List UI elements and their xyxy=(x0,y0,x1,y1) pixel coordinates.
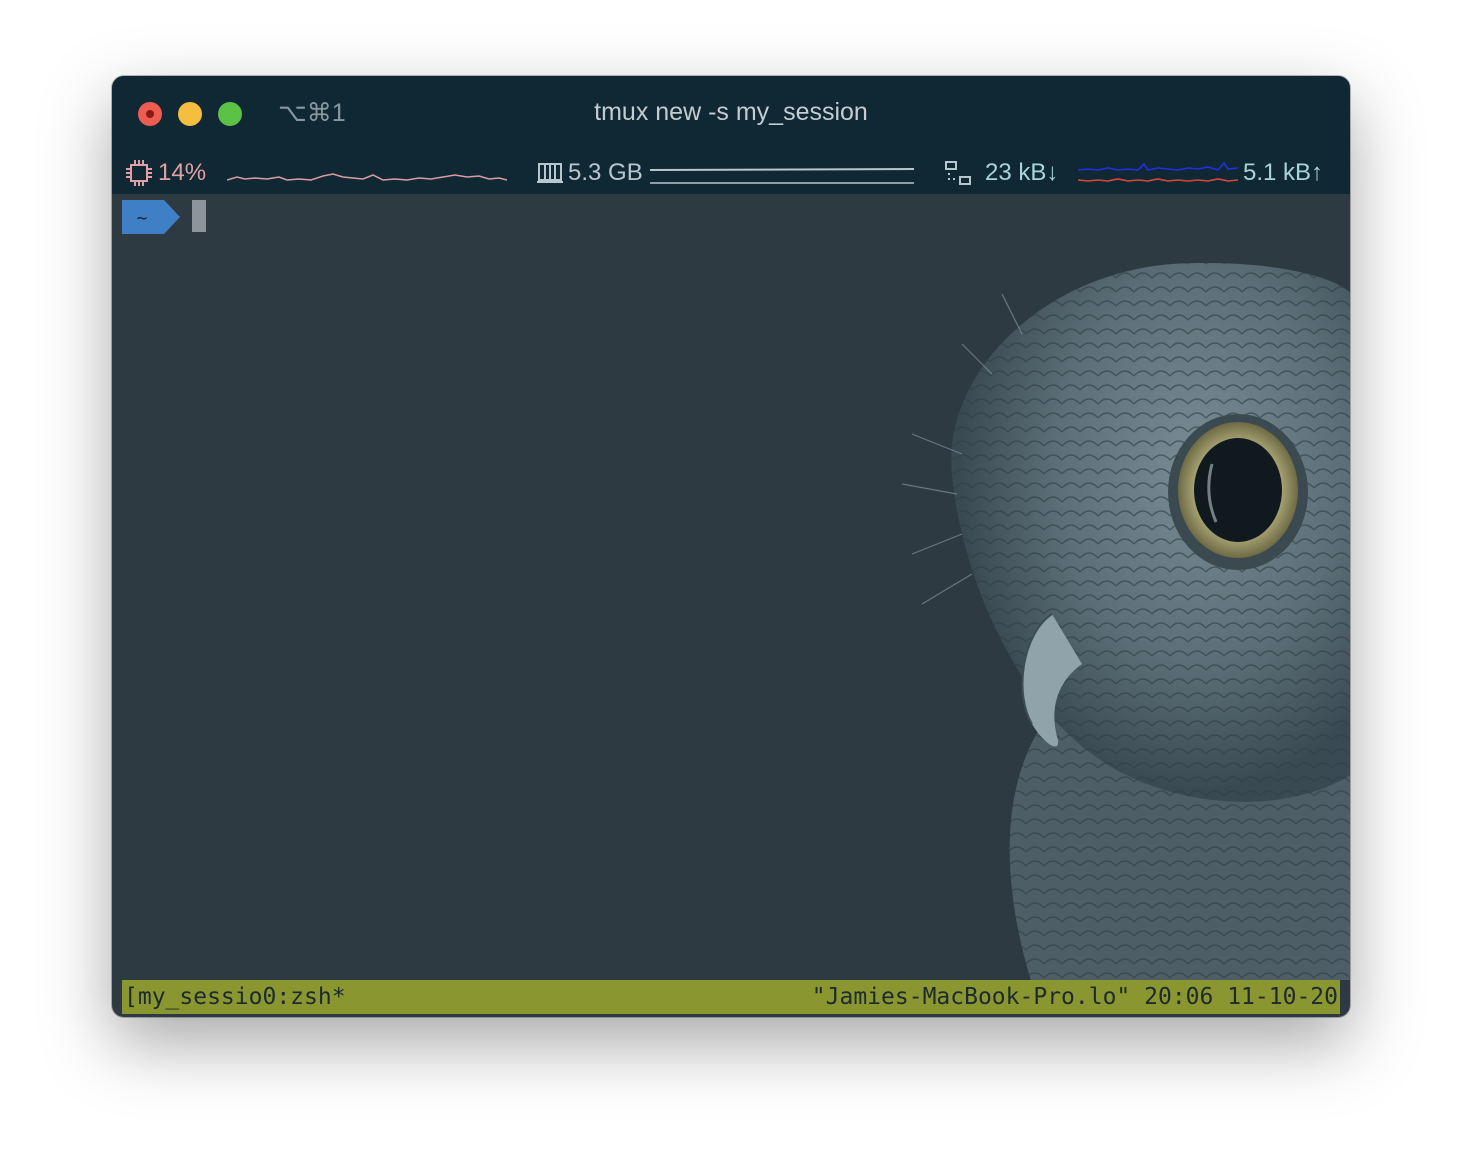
cpu-usage: 14% xyxy=(158,159,207,186)
terminal-window: ⌥⌘1 tmux new -s my_session 14% 5.3 GB 23… xyxy=(112,76,1350,1017)
prompt-path: ~ xyxy=(137,208,148,229)
memory-icon xyxy=(537,163,563,183)
owl-wallpaper xyxy=(901,263,1350,980)
network-graph xyxy=(1078,161,1238,182)
terminal-cursor xyxy=(192,200,206,232)
network-upload: 5.1 kB↑ xyxy=(1243,159,1324,186)
cpu-icon xyxy=(126,160,152,186)
tmux-status-bar: [my_sessio0:zsh* "Jamies-MacBook-Pro.lo"… xyxy=(122,980,1340,1014)
network-icon xyxy=(945,161,971,185)
terminal-area[interactable]: ~ xyxy=(112,194,1350,980)
cpu-graph xyxy=(227,173,507,181)
network-download: 23 kB↓ xyxy=(985,159,1059,186)
window-title: tmux new -s my_session xyxy=(594,98,868,126)
title-bar: ⌥⌘1 tmux new -s my_session 14% 5.3 GB 23… xyxy=(112,76,1350,194)
tmux-host-time: "Jamies-MacBook-Pro.lo" 20:06 11-10-20 xyxy=(811,984,1338,1010)
prompt-segment: ~ xyxy=(122,200,180,234)
memory-graph xyxy=(650,168,914,184)
tmux-session-info[interactable]: [my_sessio0:zsh* xyxy=(124,980,346,1014)
memory-usage: 5.3 GB xyxy=(568,159,643,186)
